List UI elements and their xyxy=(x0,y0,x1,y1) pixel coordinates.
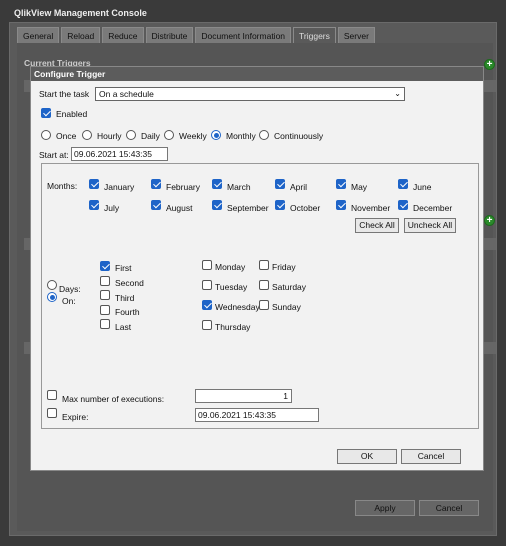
ordinal-second-label: Second xyxy=(115,278,144,288)
weekday-saturday-label: Saturday xyxy=(272,282,307,292)
configure-trigger-dialog: Configure Trigger Start the task On a sc… xyxy=(30,66,484,471)
tab-distribute[interactable]: Distribute xyxy=(145,27,194,43)
radio-weekly[interactable] xyxy=(164,130,174,142)
month-july-checkbox[interactable] xyxy=(89,200,99,212)
month-november-checkbox[interactable] xyxy=(336,200,346,212)
month-june-checkbox[interactable] xyxy=(398,179,408,191)
months-label: Months: xyxy=(47,181,78,191)
month-september-checkbox[interactable] xyxy=(212,200,222,212)
weekday-saturday-checkbox[interactable] xyxy=(259,280,269,292)
weekday-monday-label: Monday xyxy=(215,262,246,272)
month-april-label: April xyxy=(290,182,308,192)
weekday-sunday-checkbox[interactable] xyxy=(259,300,269,312)
month-december-checkbox[interactable] xyxy=(398,200,408,212)
cancel-button[interactable]: Cancel xyxy=(401,449,461,464)
ok-button[interactable]: OK xyxy=(337,449,397,464)
ordinal-last-checkbox[interactable] xyxy=(100,319,110,331)
tab-bar: General Reload Reduce Distribute Documen… xyxy=(17,27,375,43)
enabled-label: Enabled xyxy=(56,109,88,119)
background-cancel-button[interactable]: Cancel xyxy=(419,500,479,516)
add-trigger-icon-2[interactable]: + xyxy=(484,215,495,226)
radio-hourly-label: Hourly xyxy=(97,131,122,141)
check-all-button[interactable]: Check All xyxy=(355,218,399,233)
weekday-thursday-label: Thursday xyxy=(215,322,251,332)
start-at-input[interactable]: 09.06.2021 15:43:35 xyxy=(71,147,168,161)
month-may-checkbox[interactable] xyxy=(336,179,346,191)
radio-daily-label: Daily xyxy=(141,131,160,141)
start-task-select[interactable]: On a schedule ⌄ xyxy=(95,87,405,101)
ordinal-third-label: Third xyxy=(115,293,135,303)
month-may-label: May xyxy=(351,182,368,192)
start-at-label: Start at: xyxy=(39,150,69,160)
tab-triggers[interactable]: Triggers xyxy=(293,27,336,43)
schedule-group: Months: January February March April May… xyxy=(41,163,479,429)
days-radio[interactable] xyxy=(47,280,57,292)
weekday-monday-checkbox[interactable] xyxy=(202,260,212,272)
radio-once-label: Once xyxy=(56,131,77,141)
ordinal-third-checkbox[interactable] xyxy=(100,290,110,302)
ordinal-fourth-label: Fourth xyxy=(115,307,140,317)
month-october-checkbox[interactable] xyxy=(275,200,285,212)
weekday-thursday-checkbox[interactable] xyxy=(202,320,212,332)
weekday-friday-checkbox[interactable] xyxy=(259,260,269,272)
ordinal-last-label: Last xyxy=(115,322,132,332)
ordinal-fourth-checkbox[interactable] xyxy=(100,305,110,317)
tab-reload[interactable]: Reload xyxy=(61,27,101,43)
tab-reduce[interactable]: Reduce xyxy=(102,27,144,43)
month-january-label: January xyxy=(104,182,135,192)
radio-continuously-label: Continuously xyxy=(274,131,324,141)
month-february-label: February xyxy=(166,182,201,192)
weekday-sunday-label: Sunday xyxy=(272,302,301,312)
month-march-label: March xyxy=(227,182,251,192)
expire-input[interactable]: 09.06.2021 15:43:35 xyxy=(195,408,319,422)
ordinal-first-label: First xyxy=(115,263,132,273)
expire-checkbox[interactable] xyxy=(47,408,57,420)
month-september-label: September xyxy=(227,203,269,213)
on-label: On: xyxy=(62,296,76,306)
start-task-label: Start the task xyxy=(39,89,90,99)
weekday-tuesday-checkbox[interactable] xyxy=(202,280,212,292)
radio-once[interactable] xyxy=(41,130,51,142)
month-july-label: July xyxy=(104,203,120,213)
on-radio[interactable] xyxy=(47,292,57,304)
enabled-checkbox[interactable] xyxy=(41,108,51,120)
max-executions-checkbox[interactable] xyxy=(47,390,57,402)
month-november-label: November xyxy=(351,203,391,213)
radio-monthly[interactable] xyxy=(211,130,221,142)
radio-hourly[interactable] xyxy=(82,130,92,142)
tab-general[interactable]: General xyxy=(17,27,60,43)
month-august-label: August xyxy=(166,203,193,213)
chevron-down-icon: ⌄ xyxy=(394,89,401,98)
app-title: QlikView Management Console xyxy=(14,8,147,18)
weekday-wednesday-label: Wednesday xyxy=(215,302,260,312)
max-executions-input[interactable]: 1 xyxy=(195,389,292,403)
expire-label: Expire: xyxy=(62,412,89,422)
radio-monthly-label: Monthly xyxy=(226,131,256,141)
uncheck-all-button[interactable]: Uncheck All xyxy=(404,218,456,233)
month-december-label: December xyxy=(413,203,453,213)
tab-document-information[interactable]: Document Information xyxy=(195,27,292,43)
month-october-label: October xyxy=(290,203,321,213)
ordinal-first-checkbox[interactable] xyxy=(100,261,110,273)
month-june-label: June xyxy=(413,182,432,192)
start-task-value: On a schedule xyxy=(99,89,154,99)
month-march-checkbox[interactable] xyxy=(212,179,222,191)
radio-continuously[interactable] xyxy=(259,130,269,142)
month-january-checkbox[interactable] xyxy=(89,179,99,191)
ordinal-second-checkbox[interactable] xyxy=(100,276,110,288)
apply-button[interactable]: Apply xyxy=(355,500,415,516)
max-executions-label: Max number of executions: xyxy=(62,394,165,404)
tab-server[interactable]: Server xyxy=(337,27,375,43)
month-april-checkbox[interactable] xyxy=(275,179,285,191)
weekday-tuesday-label: Tuesday xyxy=(215,282,248,292)
weekday-wednesday-checkbox[interactable] xyxy=(202,300,212,312)
month-february-checkbox[interactable] xyxy=(151,179,161,191)
weekday-friday-label: Friday xyxy=(272,262,296,272)
month-august-checkbox[interactable] xyxy=(151,200,161,212)
radio-daily[interactable] xyxy=(126,130,136,142)
dialog-title: Configure Trigger xyxy=(31,67,483,81)
radio-weekly-label: Weekly xyxy=(179,131,207,141)
days-label: Days: xyxy=(59,284,81,294)
add-trigger-icon[interactable]: + xyxy=(484,59,495,70)
